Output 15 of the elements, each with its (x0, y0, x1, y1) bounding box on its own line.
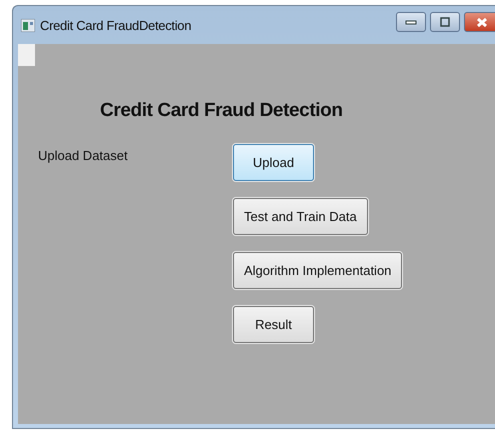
upload-dataset-label: Upload Dataset (37, 148, 129, 165)
corner-square (18, 44, 35, 66)
minimize-button[interactable] (396, 12, 426, 32)
action-button[interactable]: Upload (233, 144, 314, 181)
action-button[interactable]: Algorithm Implementation (233, 252, 402, 289)
close-icon (476, 16, 488, 28)
window-title: Credit Card FraudDetection (40, 18, 192, 32)
action-button[interactable]: Test and Train Data (233, 198, 368, 235)
app-heading: Credit Card Fraud Detection (100, 100, 344, 122)
minimize-icon (405, 19, 417, 25)
app-icon (21, 18, 35, 32)
maximize-button[interactable] (430, 12, 460, 32)
action-button[interactable]: Result (233, 306, 314, 343)
maximize-icon (440, 17, 450, 27)
close-button[interactable] (464, 12, 495, 32)
